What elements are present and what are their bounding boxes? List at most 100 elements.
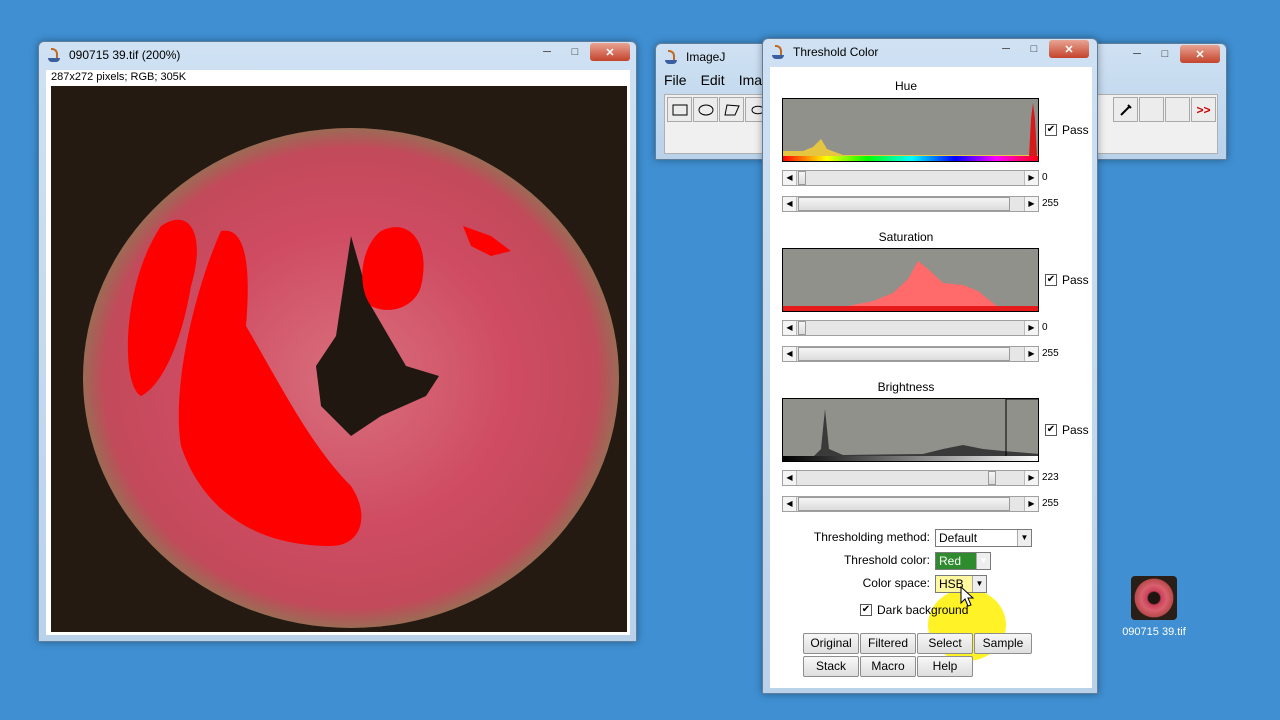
threshold-color-select[interactable]: Red ▼ <box>935 552 991 570</box>
minimize-icon[interactable]: ─ <box>993 40 1019 58</box>
threshold-panel: Hue ✔ Pass ◀ ▶ 0 ◀ ▶ 255 Saturation ✔ Pa… <box>770 67 1092 688</box>
desktop-file-label: 090715 39.tif <box>1122 626 1186 638</box>
saturation-pass-checkbox[interactable]: ✔ <box>1045 274 1057 286</box>
image-window-title: 090715 39.tif (200%) <box>69 48 181 62</box>
slider-left-arrow-icon[interactable]: ◀ <box>783 197 797 211</box>
desktop-file-icon[interactable]: 090715 39.tif <box>1121 576 1187 638</box>
slider-right-arrow-icon[interactable]: ▶ <box>1024 171 1038 185</box>
hue-pass-label: Pass <box>1062 123 1089 137</box>
slider-left-arrow-icon[interactable]: ◀ <box>783 321 797 335</box>
dark-background-checkbox[interactable]: ✔ <box>860 604 872 616</box>
threshold-color-label: Threshold color: <box>843 553 930 567</box>
hue-histogram <box>782 98 1039 162</box>
brightness-min-value: 223 <box>1042 472 1059 483</box>
brightness-histogram <box>782 398 1039 462</box>
dark-background-label: Dark background <box>877 603 969 617</box>
thresholding-method-select[interactable]: Default ▼ <box>935 529 1032 547</box>
slider-thumb[interactable] <box>988 471 996 485</box>
brightness-max-slider[interactable]: ◀ ▶ <box>782 496 1039 512</box>
hue-max-value: 255 <box>1042 198 1059 209</box>
slider-thumb[interactable] <box>798 171 806 185</box>
slider-thumb[interactable] <box>798 347 1010 361</box>
brightness-label: Brightness <box>877 380 935 394</box>
close-icon[interactable]: ✕ <box>1049 40 1089 58</box>
imagej-title: ImageJ <box>686 50 726 64</box>
threshold-title: Threshold Color <box>793 45 879 59</box>
chevron-down-icon: ▼ <box>1017 530 1031 546</box>
slider-left-arrow-icon[interactable]: ◀ <box>783 347 797 361</box>
macro-button[interactable]: Macro <box>860 656 916 677</box>
polygon-tool-icon[interactable] <box>719 97 744 122</box>
imagej-menubar: File Edit Ima <box>664 72 762 92</box>
brightness-pass[interactable]: ✔ Pass <box>1045 423 1089 437</box>
dark-background-option[interactable]: ✔ Dark background <box>860 603 968 617</box>
menu-file[interactable]: File <box>664 72 687 92</box>
slider-right-arrow-icon[interactable]: ▶ <box>1024 197 1038 211</box>
saturation-min-value: 0 <box>1042 322 1048 333</box>
saturation-pass-label: Pass <box>1062 273 1089 287</box>
chevron-down-icon: ▼ <box>976 553 990 569</box>
rectangle-tool-icon[interactable] <box>667 97 692 122</box>
slider-right-arrow-icon[interactable]: ▶ <box>1024 321 1038 335</box>
slider-left-arrow-icon[interactable]: ◀ <box>783 471 797 485</box>
image-file-icon <box>1131 576 1177 620</box>
menu-edit[interactable]: Edit <box>701 72 725 92</box>
select-button[interactable]: Select <box>917 633 973 654</box>
saturation-max-slider[interactable]: ◀ ▶ <box>782 346 1039 362</box>
brightness-pass-label: Pass <box>1062 423 1089 437</box>
minimize-icon[interactable]: ─ <box>534 43 560 61</box>
saturation-max-value: 255 <box>1042 348 1059 359</box>
stack-button[interactable]: Stack <box>803 656 859 677</box>
slider-right-arrow-icon[interactable]: ▶ <box>1024 497 1038 511</box>
hue-min-value: 0 <box>1042 172 1048 183</box>
maximize-icon[interactable]: □ <box>562 43 588 61</box>
image-info: 287x272 pixels; RGB; 305K <box>51 71 187 83</box>
filtered-button[interactable]: Filtered <box>860 633 916 654</box>
slider-left-arrow-icon[interactable]: ◀ <box>783 497 797 511</box>
image-canvas[interactable] <box>51 86 627 632</box>
threshold-color-value: Red <box>939 554 962 568</box>
slider-right-arrow-icon[interactable]: ▶ <box>1024 347 1038 361</box>
threshold-color-window[interactable]: Threshold Color ─ □ ✕ Hue ✔ Pass ◀ ▶ 0 ◀… <box>762 38 1098 694</box>
image-window-content: 287x272 pixels; RGB; 305K <box>46 70 630 635</box>
original-button[interactable]: Original <box>803 633 859 654</box>
java-icon <box>664 49 678 65</box>
more-tools-button[interactable]: >> <box>1191 97 1216 122</box>
maximize-icon[interactable]: □ <box>1021 40 1047 58</box>
help-button[interactable]: Help <box>917 656 973 677</box>
sample-button[interactable]: Sample <box>974 633 1032 654</box>
hue-pass[interactable]: ✔ Pass <box>1045 123 1089 137</box>
hue-label: Hue <box>894 79 917 93</box>
empty-tool-slot[interactable] <box>1165 97 1190 122</box>
minimize-icon[interactable]: ─ <box>1124 45 1150 63</box>
saturation-min-slider[interactable]: ◀ ▶ <box>782 320 1039 336</box>
close-icon[interactable]: ✕ <box>1180 45 1220 63</box>
java-icon <box>47 47 61 63</box>
brightness-min-slider[interactable]: ◀ ▶ <box>782 470 1039 486</box>
color-space-label: Color space: <box>862 576 930 590</box>
hue-max-slider[interactable]: ◀ ▶ <box>782 196 1039 212</box>
image-window[interactable]: 090715 39.tif (200%) ─ □ ✕ 287x272 pixel… <box>38 41 637 642</box>
thresholding-method-value: Default <box>939 531 978 545</box>
thresholding-method-label: Thresholding method: <box>813 530 930 544</box>
maximize-icon[interactable]: □ <box>1152 45 1178 63</box>
close-icon[interactable]: ✕ <box>590 43 630 61</box>
slider-left-arrow-icon[interactable]: ◀ <box>783 171 797 185</box>
saturation-label: Saturation <box>878 230 934 244</box>
slider-thumb[interactable] <box>798 497 1010 511</box>
brightness-pass-checkbox[interactable]: ✔ <box>1045 424 1057 436</box>
empty-tool-slot[interactable] <box>1139 97 1164 122</box>
dropper-tool-icon[interactable] <box>1113 97 1138 122</box>
hue-pass-checkbox[interactable]: ✔ <box>1045 124 1057 136</box>
saturation-pass[interactable]: ✔ Pass <box>1045 273 1089 287</box>
image-content <box>51 86 627 632</box>
slider-right-arrow-icon[interactable]: ▶ <box>1024 471 1038 485</box>
brightness-max-value: 255 <box>1042 498 1059 509</box>
java-icon <box>771 44 785 60</box>
menu-image[interactable]: Ima <box>739 72 762 92</box>
hue-min-slider[interactable]: ◀ ▶ <box>782 170 1039 186</box>
slider-thumb[interactable] <box>798 321 806 335</box>
oval-tool-icon[interactable] <box>693 97 718 122</box>
saturation-histogram <box>782 248 1039 312</box>
slider-thumb[interactable] <box>798 197 1010 211</box>
